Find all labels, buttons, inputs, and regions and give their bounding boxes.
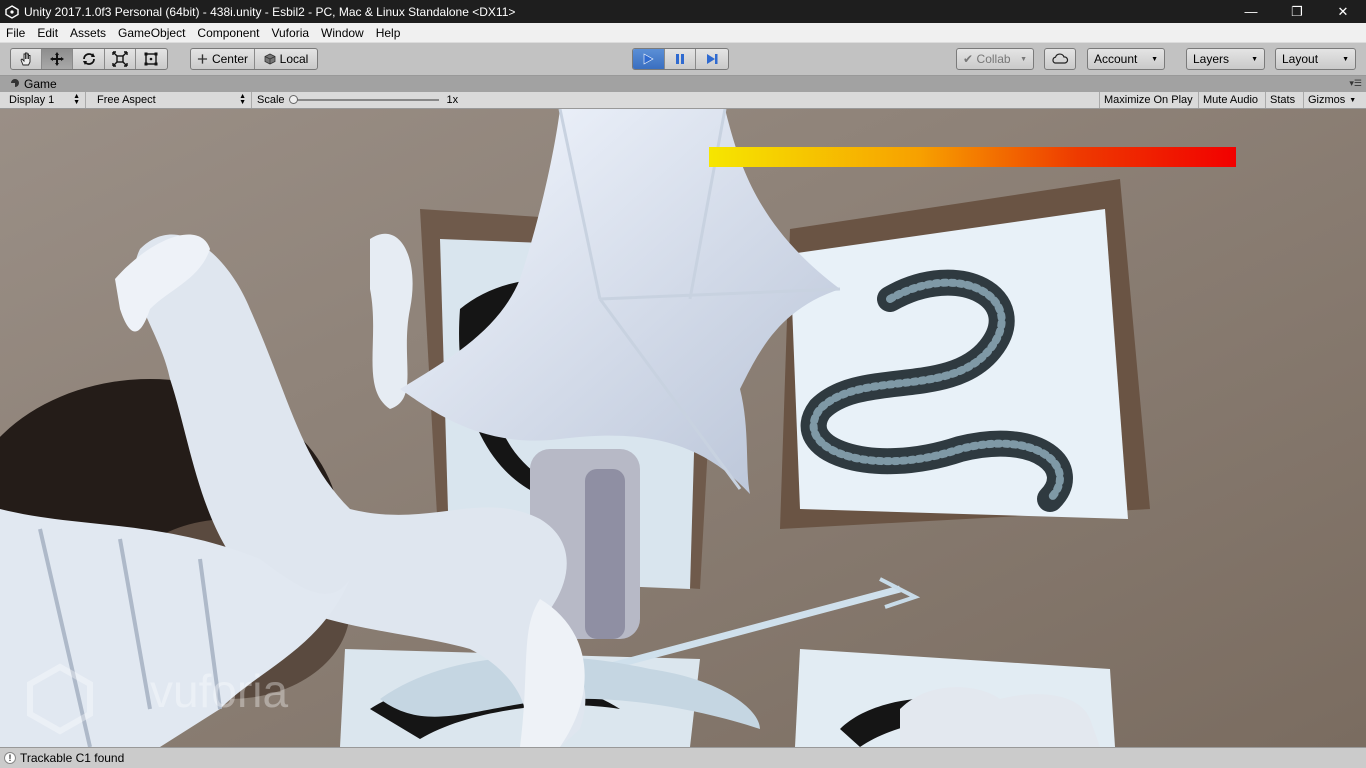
dropdown-arrow-icon: ▼ — [1251, 55, 1258, 63]
game-viewport[interactable]: vuforia — [0, 109, 1366, 747]
aspect-value: Free Aspect — [97, 94, 156, 106]
cube-icon — [264, 53, 276, 65]
rect-tool-button[interactable] — [136, 49, 167, 69]
pivot-toggles: Center Local — [190, 48, 318, 70]
game-controller-icon — [10, 77, 20, 91]
step-icon — [707, 54, 718, 64]
layers-label: Layers — [1193, 52, 1230, 66]
updown-arrow-icon: ▲ ▼ — [239, 93, 246, 106]
step-button[interactable] — [696, 49, 728, 69]
main-toolbar: Center Local ✔ Collab ▼ Account ▼ Layers… — [0, 43, 1366, 76]
gizmos-label: Gizmos — [1308, 94, 1346, 106]
move-icon — [50, 52, 65, 66]
play-icon — [644, 53, 654, 65]
dropdown-arrow-icon: ▼ — [1342, 55, 1349, 63]
display-value: Display 1 — [9, 94, 55, 106]
pivot-center-button[interactable]: Center — [191, 49, 255, 69]
menu-window[interactable]: Window — [315, 23, 370, 43]
display-select[interactable]: Display 1 ▲ ▼ — [4, 92, 86, 108]
vuforia-watermark: vuforia — [150, 665, 288, 717]
menu-gameobject[interactable]: GameObject — [112, 23, 191, 43]
game-tab-bar: Game ▾☰ — [0, 76, 1366, 92]
pause-button[interactable] — [665, 49, 697, 69]
layout-dropdown[interactable]: Layout ▼ — [1275, 48, 1356, 70]
cloud-icon — [1052, 53, 1069, 64]
space-label: Local — [279, 52, 309, 66]
menu-file[interactable]: File — [0, 23, 31, 43]
dropdown-arrow-icon: ▼ — [1020, 55, 1027, 63]
scale-value: 1x — [446, 94, 459, 106]
status-message[interactable]: Trackable C1 found — [20, 751, 124, 765]
check-icon: ✔ — [963, 52, 974, 66]
transform-tools — [10, 48, 168, 70]
account-label: Account — [1094, 52, 1138, 66]
game-view-toolbar: Display 1 ▲ ▼ Free Aspect ▲ ▼ Scale 1x Max… — [0, 92, 1366, 109]
menu-edit[interactable]: Edit — [31, 23, 64, 43]
play-button[interactable] — [633, 49, 665, 69]
restore-button[interactable]: ❐ — [1274, 0, 1320, 23]
cloud-services-button[interactable] — [1044, 48, 1076, 70]
scale-slider[interactable] — [288, 95, 439, 104]
health-bar — [709, 147, 1236, 167]
mute-audio-toggle[interactable]: Mute Audio — [1198, 92, 1265, 108]
minimize-button[interactable]: — — [1228, 0, 1274, 23]
maximize-on-play-toggle[interactable]: Maximize On Play — [1099, 92, 1198, 108]
menu-vuforia[interactable]: Vuforia — [265, 23, 315, 43]
scale-tool-button[interactable] — [105, 49, 136, 69]
pivot-local-button[interactable]: Local — [255, 49, 317, 69]
ar-camera-scene: vuforia — [0, 109, 1366, 747]
layout-label: Layout — [1282, 52, 1319, 66]
dropdown-arrow-icon: ▼ — [1349, 96, 1357, 104]
rect-icon — [144, 52, 158, 66]
menu-component[interactable]: Component — [191, 23, 265, 43]
account-dropdown[interactable]: Account ▼ — [1087, 48, 1165, 70]
hand-tool-button[interactable] — [11, 49, 43, 69]
window-title: Unity 2017.1.0f3 Personal (64bit) - 438i… — [24, 4, 516, 19]
scale-control: Scale 1x — [257, 92, 458, 108]
rotate-tool-button[interactable] — [73, 49, 105, 69]
layers-dropdown[interactable]: Layers ▼ — [1186, 48, 1265, 70]
rotate-icon — [82, 53, 95, 65]
move-tool-button[interactable] — [42, 49, 74, 69]
scale-label: Scale — [257, 94, 285, 106]
collab-label: Collab — [976, 52, 1011, 66]
info-icon: ! — [4, 752, 16, 764]
menu-bar: File Edit Assets GameObject Component Vu… — [0, 23, 1366, 43]
pivot-label: Center — [211, 52, 248, 66]
close-button[interactable]: ✕ — [1320, 0, 1366, 23]
scale-slider-handle[interactable] — [288, 95, 298, 104]
pivot-icon — [197, 54, 208, 64]
stats-toggle[interactable]: Stats — [1265, 92, 1303, 108]
tab-options-icon[interactable]: ▾☰ — [1349, 78, 1362, 89]
tab-game[interactable]: Game — [4, 76, 63, 92]
unity-logo-icon — [4, 4, 20, 20]
title-bar: Unity 2017.1.0f3 Personal (64bit) - 438i… — [0, 0, 1366, 23]
status-bar: ! Trackable C1 found — [0, 747, 1366, 768]
hand-icon — [20, 52, 31, 66]
tab-label: Game — [24, 77, 57, 91]
menu-help[interactable]: Help — [370, 23, 407, 43]
dropdown-arrow-icon: ▼ — [1151, 55, 1158, 63]
menu-assets[interactable]: Assets — [64, 23, 112, 43]
gizmos-dropdown[interactable]: Gizmos ▼ — [1303, 92, 1359, 108]
pause-icon — [676, 54, 684, 64]
playback-controls — [632, 48, 729, 70]
scale-icon — [112, 51, 128, 67]
aspect-select[interactable]: Free Aspect ▲ ▼ — [92, 92, 252, 108]
collab-dropdown[interactable]: ✔ Collab ▼ — [956, 48, 1034, 70]
updown-arrow-icon: ▲ ▼ — [73, 93, 80, 106]
